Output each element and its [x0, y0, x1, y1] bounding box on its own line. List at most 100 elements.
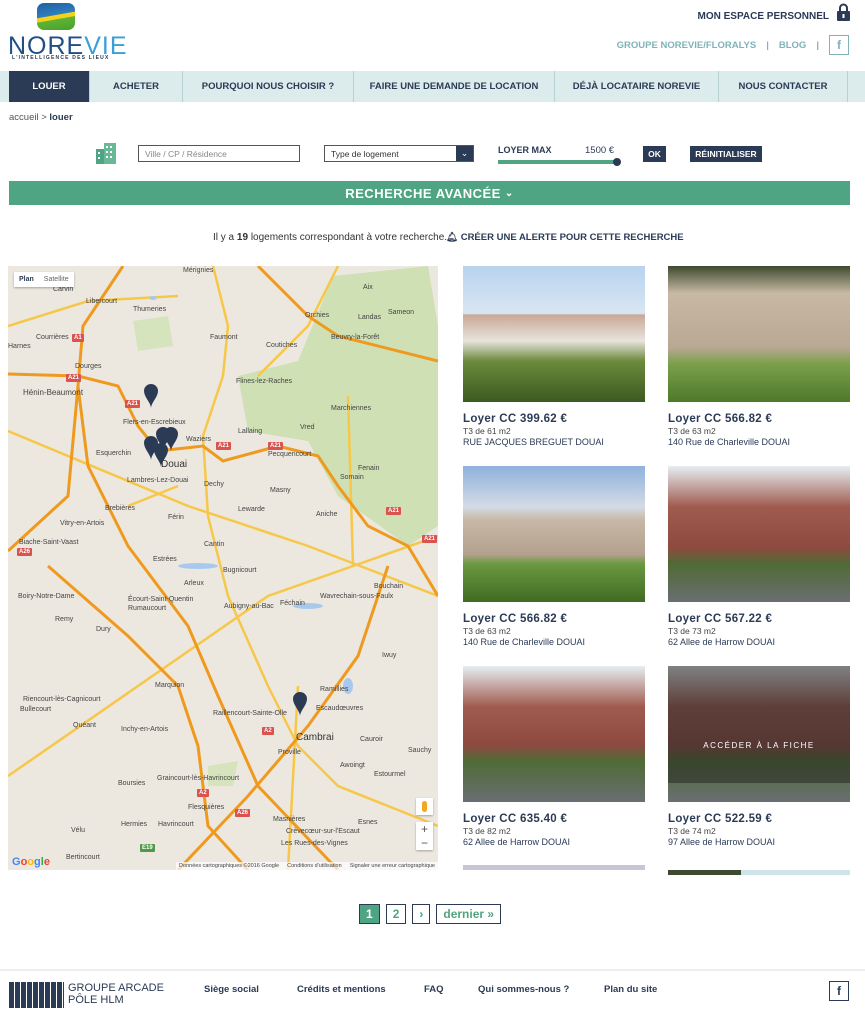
- map-label: Esnes: [358, 819, 378, 826]
- espace-personnel-link[interactable]: MON ESPACE PERSONNEL: [698, 11, 830, 22]
- arcade-line2: PÔLE HLM: [68, 994, 124, 1006]
- nav-pourquoi[interactable]: POURQUOI NOUS CHOISIR ?: [183, 71, 354, 102]
- zoom-in-button[interactable]: +: [416, 822, 433, 836]
- listing-card[interactable]: ACCÉDER À LA FICHE Loyer CC 522.59 € T3 …: [668, 666, 850, 847]
- listing-photo[interactable]: [463, 266, 645, 402]
- map-label: Remy: [55, 616, 74, 623]
- nav-acheter[interactable]: ACHETER: [90, 71, 183, 102]
- map-label: Marquion: [155, 682, 185, 689]
- arcade-logo[interactable]: [9, 982, 64, 1008]
- listing-card[interactable]: Loyer CC 566.82 € T3 de 63 m2 140 Rue de…: [463, 466, 645, 647]
- map-label: Libercourt: [86, 298, 118, 305]
- nav-demande[interactable]: FAIRE UNE DEMANDE DE LOCATION: [354, 71, 555, 102]
- map-marker: [144, 384, 158, 408]
- alert-label: CRÉER UNE ALERTE POUR CETTE RECHERCHE: [460, 232, 684, 243]
- map-label: Estrées: [153, 556, 177, 563]
- logo-icon[interactable]: [37, 3, 75, 30]
- map-label: Escaudœuvres: [316, 705, 364, 712]
- create-alert-link[interactable]: 🔔︎ CRÉER UNE ALERTE POUR CETTE RECHERCHE: [446, 232, 684, 243]
- ok-button[interactable]: OK: [643, 146, 666, 162]
- map-label: Boiry-Notre-Dame: [18, 593, 75, 600]
- select-value: Type de logement: [331, 149, 399, 159]
- map-label: Aix: [363, 284, 373, 291]
- advanced-search-toggle[interactable]: RECHERCHE AVANCÉE ⌄: [9, 181, 850, 205]
- map-label: Orchies: [305, 312, 330, 319]
- road-badge-a26: A26: [17, 548, 33, 556]
- loyer-slider[interactable]: [498, 160, 618, 164]
- listing-photo[interactable]: [668, 466, 850, 602]
- footer-credits[interactable]: Crédits et mentions: [297, 984, 386, 995]
- lock-icon[interactable]: [837, 3, 850, 21]
- map-label: Iwuy: [382, 652, 397, 659]
- map-marker: [293, 692, 307, 716]
- map-label: Brebières: [105, 505, 135, 512]
- map-label: Awoingt: [340, 762, 365, 769]
- map-data-credit: Données cartographiques ©2016 Google: [179, 863, 280, 869]
- listing-card[interactable]: Loyer CC 399.62 € T3 de 61 m2 RUE JACQUE…: [463, 266, 645, 447]
- listing-price: Loyer CC 522.59 €: [668, 813, 773, 825]
- nav-contact[interactable]: NOUS CONTACTER: [719, 71, 848, 102]
- reset-button[interactable]: RÉINITIALISER: [690, 146, 762, 162]
- listing-card[interactable]: Loyer CC 567.22 € T3 de 73 m2 62 Allee d…: [668, 466, 850, 647]
- road-badge-a2: A2: [197, 789, 209, 797]
- building-icon: [96, 143, 116, 164]
- map-label: Fenain: [358, 465, 380, 472]
- listing-price: Loyer CC 635.40 €: [463, 813, 568, 825]
- map-label: Douai: [161, 459, 188, 470]
- facebook-icon[interactable]: f: [829, 35, 849, 55]
- street-view-pegman-icon[interactable]: [416, 798, 433, 815]
- footer-faq[interactable]: FAQ: [424, 984, 444, 995]
- map-plan-button[interactable]: Plan: [14, 272, 39, 287]
- groupe-link[interactable]: GROUPE NOREVIE/FLORALYS: [617, 40, 757, 51]
- road-badge-a2: A2: [262, 727, 274, 735]
- map-label: Havrincourt: [158, 821, 194, 828]
- listing-photo[interactable]: [463, 466, 645, 602]
- map-label: Beuvry-la-Forêt: [331, 334, 380, 341]
- road-badge-a21: A21: [422, 535, 438, 543]
- advanced-label: RECHERCHE AVANCÉE: [345, 185, 501, 201]
- map-label: Férin: [168, 514, 184, 521]
- breadcrumb-current: louer: [49, 112, 73, 123]
- blog-link[interactable]: BLOG: [779, 40, 806, 51]
- last-page-button[interactable]: dernier »: [436, 904, 502, 924]
- next-page-button[interactable]: ›: [412, 904, 431, 924]
- view-listing-overlay[interactable]: ACCÉDER À LA FICHE: [668, 666, 850, 783]
- type-logement-select[interactable]: Type de logement ⌄: [324, 145, 474, 162]
- map-label: Waziers: [186, 436, 212, 443]
- bell-icon: 🔔︎: [446, 232, 459, 243]
- listing-card[interactable]: Loyer CC 566.82 € T3 de 63 m2 140 Rue de…: [668, 266, 850, 447]
- map-label: Boursies: [118, 780, 146, 787]
- footer-qui-sommes-nous[interactable]: Qui sommes-nous ?: [478, 984, 569, 995]
- page-1[interactable]: 1: [359, 904, 380, 924]
- map-label: Vélu: [71, 827, 86, 834]
- map-label: Masnières: [273, 816, 306, 823]
- listing-price: Loyer CC 399.62 €: [463, 413, 568, 425]
- map-label: Bullecourt: [20, 706, 52, 713]
- listing-photo[interactable]: [668, 870, 850, 875]
- listing-photo[interactable]: [463, 666, 645, 802]
- road-badge-a21: A21: [66, 374, 82, 382]
- listing-photo[interactable]: ACCÉDER À LA FICHE: [668, 666, 850, 802]
- terms-link[interactable]: Conditions d'utilisation: [287, 863, 342, 869]
- count-number: 19: [236, 232, 249, 243]
- nav-louer[interactable]: LOUER: [9, 71, 90, 102]
- map-satellite-button[interactable]: Satellite: [39, 272, 74, 287]
- zoom-out-button[interactable]: −: [416, 836, 433, 850]
- listing-type: T3 de 63 m2: [668, 426, 716, 436]
- footer-siege[interactable]: Siège social: [204, 984, 259, 995]
- slider-handle[interactable]: [613, 158, 621, 166]
- listing-photo[interactable]: [668, 266, 850, 402]
- footer-plan-du-site[interactable]: Plan du site: [604, 984, 657, 995]
- map[interactable]: Mérignies Carvin Libercourt Thumeries Co…: [8, 266, 438, 870]
- report-error-link[interactable]: Signaler une erreur cartographique: [350, 863, 435, 869]
- location-search-input[interactable]: Ville / CP / Résidence: [138, 145, 300, 162]
- map-label: Flines-lez-Raches: [236, 378, 293, 385]
- breadcrumb-home[interactable]: accueil: [9, 112, 39, 123]
- arcade-text: GROUPE ARCADE PÔLE HLM: [68, 982, 164, 1006]
- page-2[interactable]: 2: [385, 904, 407, 924]
- facebook-icon[interactable]: f: [829, 981, 849, 1001]
- road-badge-a21: A21: [268, 442, 284, 450]
- listing-photo[interactable]: [463, 865, 645, 870]
- nav-deja-locataire[interactable]: DÉJÀ LOCATAIRE NOREVIE: [555, 71, 719, 102]
- listing-card[interactable]: Loyer CC 635.40 € T3 de 82 m2 62 Allee d…: [463, 666, 645, 847]
